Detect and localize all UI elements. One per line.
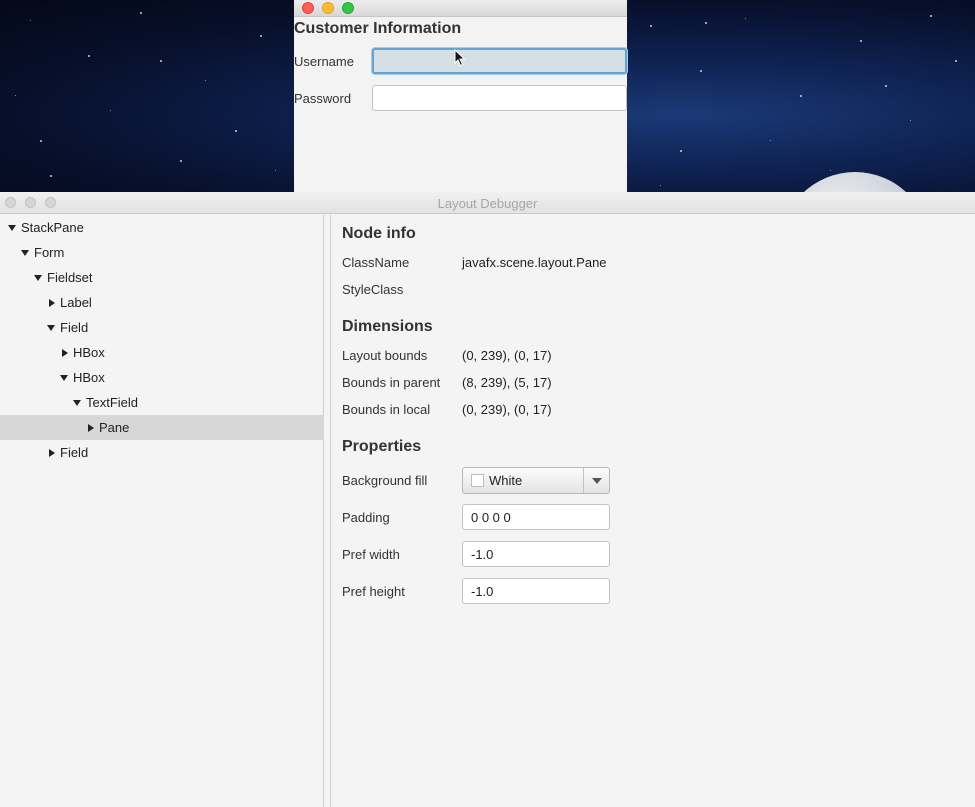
- tree-item-label: TextField: [86, 395, 139, 410]
- bounds-in-local-value: (0, 239), (0, 17): [462, 402, 552, 417]
- debugger-titlebar[interactable]: Layout Debugger: [0, 192, 975, 214]
- minimize-window-icon[interactable]: [322, 2, 334, 14]
- layout-bounds-label: Layout bounds: [342, 348, 428, 363]
- password-label: Password: [294, 91, 352, 106]
- dropdown-arrow-icon[interactable]: [583, 468, 609, 493]
- collapse-arrow-icon[interactable]: [21, 240, 31, 265]
- star: [160, 60, 162, 62]
- star: [88, 55, 90, 57]
- pref-height-input[interactable]: [462, 578, 610, 604]
- styleclass-label: StyleClass: [342, 282, 404, 297]
- window-title: Layout Debugger: [437, 196, 538, 211]
- star: [885, 85, 887, 87]
- star: [650, 25, 652, 27]
- star: [930, 15, 932, 17]
- collapse-arrow-icon[interactable]: [60, 365, 70, 390]
- star: [770, 140, 771, 141]
- star: [830, 170, 831, 171]
- properties-heading: Properties: [342, 438, 422, 455]
- layout-debugger-window: Layout Debugger StackPane Form Fieldset Lab…: [0, 192, 975, 807]
- star: [50, 175, 52, 177]
- tree-item[interactable]: Field: [0, 440, 324, 465]
- tree-item[interactable]: HBox: [0, 365, 324, 390]
- padding-label: Padding: [342, 510, 390, 525]
- classname-value: javafx.scene.layout.Pane: [462, 255, 607, 270]
- tree-item-label: Form: [34, 245, 65, 260]
- padding-input[interactable]: [462, 504, 610, 530]
- tree-item[interactable]: Field: [0, 315, 324, 340]
- star: [110, 110, 111, 111]
- mouse-pointer-icon: [454, 49, 466, 67]
- star: [910, 120, 911, 121]
- expand-arrow-icon[interactable]: [60, 340, 70, 365]
- bounds-in-parent-value: (8, 239), (5, 17): [462, 375, 552, 390]
- tree-item[interactable]: StackPane: [0, 215, 324, 240]
- bounds-in-parent-label: Bounds in parent: [342, 375, 441, 390]
- tree-item[interactable]: Pane: [0, 415, 324, 440]
- tree-item[interactable]: Label: [0, 290, 324, 315]
- star: [40, 140, 42, 142]
- tree-item-label: Pane: [99, 420, 130, 435]
- collapse-arrow-icon[interactable]: [8, 215, 18, 240]
- expand-arrow-icon[interactable]: [86, 415, 96, 440]
- tree-item[interactable]: HBox: [0, 340, 324, 365]
- pref-width-input[interactable]: [462, 541, 610, 567]
- layout-bounds-value: (0, 239), (0, 17): [462, 348, 552, 363]
- star: [955, 60, 957, 62]
- node-tree[interactable]: StackPane Form Fieldset Label Field HBox HBox T…: [0, 215, 324, 807]
- tree-item-label: Label: [60, 295, 92, 310]
- pref-height-label: Pref height: [342, 584, 405, 599]
- color-swatch: [471, 474, 484, 487]
- tree-item[interactable]: TextField: [0, 390, 324, 415]
- star: [180, 160, 182, 162]
- close-window-icon[interactable]: [302, 2, 314, 14]
- customer-form-window: Customer Information Username Password: [294, 0, 627, 192]
- star: [235, 130, 237, 132]
- collapse-arrow-icon[interactable]: [47, 315, 57, 340]
- star: [30, 20, 31, 21]
- tree-item-label: Fieldset: [47, 270, 93, 285]
- tree-item-label: HBox: [73, 345, 105, 360]
- color-picker-value: White: [489, 473, 523, 488]
- tree-item[interactable]: Form: [0, 240, 324, 265]
- star: [260, 35, 262, 37]
- node-info-heading: Node info: [342, 225, 416, 242]
- star: [705, 22, 707, 24]
- background-fill-label: Background fill: [342, 473, 428, 488]
- star: [660, 185, 661, 186]
- collapse-arrow-icon[interactable]: [73, 390, 83, 415]
- dimensions-heading: Dimensions: [342, 318, 433, 335]
- star: [15, 95, 16, 96]
- background-fill-color-picker[interactable]: White: [462, 467, 610, 494]
- username-input[interactable]: [372, 48, 627, 74]
- expand-arrow-icon[interactable]: [47, 290, 57, 315]
- tree-item-label: Field: [60, 320, 89, 335]
- star: [140, 12, 142, 14]
- tree-item[interactable]: Fieldset: [0, 265, 324, 290]
- fieldset-legend: Customer Information: [294, 20, 462, 37]
- expand-arrow-icon[interactable]: [47, 440, 57, 465]
- password-input[interactable]: [372, 85, 627, 111]
- collapse-arrow-icon[interactable]: [34, 265, 44, 290]
- bounds-in-local-label: Bounds in local: [342, 402, 431, 417]
- star: [800, 95, 802, 97]
- star: [700, 70, 702, 72]
- star: [745, 18, 746, 19]
- tree-item-label: HBox: [73, 370, 105, 385]
- tree-item-label: Field: [60, 445, 89, 460]
- pref-width-label: Pref width: [342, 547, 400, 562]
- zoom-window-icon[interactable]: [342, 2, 354, 14]
- tree-item-label: StackPane: [21, 220, 84, 235]
- star: [680, 150, 682, 152]
- classname-label: ClassName: [342, 255, 410, 270]
- star: [275, 170, 276, 171]
- form-window-titlebar[interactable]: [294, 0, 627, 17]
- moon-image: [780, 172, 930, 192]
- node-details-panel: Node info ClassName javafx.scene.layout.…: [332, 215, 975, 807]
- star: [860, 40, 862, 42]
- username-label: Username: [294, 54, 354, 69]
- split-pane-divider[interactable]: [325, 215, 331, 807]
- star: [205, 80, 206, 81]
